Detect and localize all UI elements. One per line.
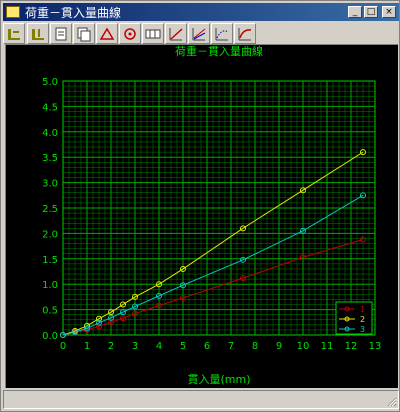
axis-scale-icon: [32, 29, 44, 40]
x-tick-label: 1: [84, 341, 90, 352]
x-tick-label: 9: [276, 341, 282, 352]
toolbar-button-5[interactable]: [96, 23, 118, 44]
close-button[interactable]: ×: [382, 6, 396, 18]
x-tick-label: 0: [60, 341, 66, 352]
x-tick-label: 12: [345, 341, 358, 352]
x-tick-label: 5: [180, 341, 186, 352]
toolbar-button-8[interactable]: [165, 23, 187, 44]
toolbar-button-4[interactable]: [73, 23, 95, 44]
x-tick-label: 8: [252, 341, 258, 352]
application-window: 荷重－貫入量曲線 _ □ × 荷重－貫入量曲線 0.0 0.5 1.0 1.5 2.0 2.…: [0, 0, 400, 412]
x-tick-label: 6: [204, 341, 210, 352]
toolbar-button-9[interactable]: [188, 23, 210, 44]
y-tick-label: 1.0: [42, 280, 58, 291]
y-tick-label: 4.0: [42, 128, 58, 139]
data-table-icon: [145, 29, 161, 39]
toolbar: [3, 22, 399, 46]
toolbar-button-6[interactable]: [119, 23, 141, 44]
y-tick-label: 3.5: [42, 153, 58, 164]
legend-label-1: 1: [360, 305, 365, 314]
x-tick-label: 4: [156, 341, 162, 352]
minimize-button[interactable]: _: [348, 6, 362, 18]
y-tick-label: 3.0: [42, 179, 58, 190]
x-tick-label: 10: [297, 341, 310, 352]
x-tick-label: 3: [132, 341, 138, 352]
y-tick-label: 1.5: [42, 255, 58, 266]
toolbar-button-3[interactable]: [50, 23, 72, 44]
load-penetration-chart: 荷重－貫入量曲線 0.0 0.5 1.0 1.5 2.0 2.5 3.0 3.5 4.0 4.5 5.…: [42, 45, 382, 386]
x-tick-label: 11: [321, 341, 334, 352]
x-tick-label: 7: [228, 341, 234, 352]
y-tick-label: 2.5: [42, 204, 58, 215]
copy-page-icon: [77, 27, 91, 42]
curve-dotted-icon: [215, 28, 229, 41]
axis-settings-icon: [8, 29, 20, 40]
legend-label-3: 3: [360, 325, 365, 334]
legend-label-2: 2: [360, 315, 365, 324]
chart-title: 荷重－貫入量曲線: [175, 45, 263, 58]
line-draw-icon: [169, 28, 183, 41]
target-icon: [124, 28, 136, 40]
y-tick-label: 0.5: [42, 306, 58, 317]
title-bar[interactable]: 荷重－貫入量曲線 _ □ ×: [3, 3, 399, 21]
x-tick-label: 13: [369, 341, 382, 352]
y-tick-label: 0.0: [42, 331, 58, 342]
triangle-icon: [99, 27, 115, 40]
status-bar: [3, 390, 399, 409]
toolbar-button-10[interactable]: [211, 23, 233, 44]
toolbar-button-1[interactable]: [3, 23, 25, 44]
x-axis-label: 貫入量(mm): [187, 373, 250, 386]
resize-grip-icon[interactable]: [385, 395, 397, 407]
x-tick-label: 2: [108, 341, 114, 352]
y-tick-label: 5.0: [42, 77, 58, 88]
maximize-button[interactable]: □: [364, 6, 378, 18]
toolbar-button-11[interactable]: [234, 23, 256, 44]
page-icon: [55, 27, 67, 41]
toolbar-button-7[interactable]: [142, 23, 164, 44]
y-tick-label: 2.0: [42, 229, 58, 240]
multi-line-icon: [192, 28, 206, 41]
y-tick-label: 4.5: [42, 102, 58, 113]
curve-fit-icon: [238, 28, 252, 41]
window-title: 荷重－貫入量曲線: [25, 5, 122, 20]
toolbar-button-2[interactable]: [27, 23, 49, 44]
app-icon: [6, 6, 20, 18]
chart-area: 荷重－貫入量曲線 0.0 0.5 1.0 1.5 2.0 2.5 3.0 3.5 4.0 4.5 5.…: [5, 44, 398, 388]
